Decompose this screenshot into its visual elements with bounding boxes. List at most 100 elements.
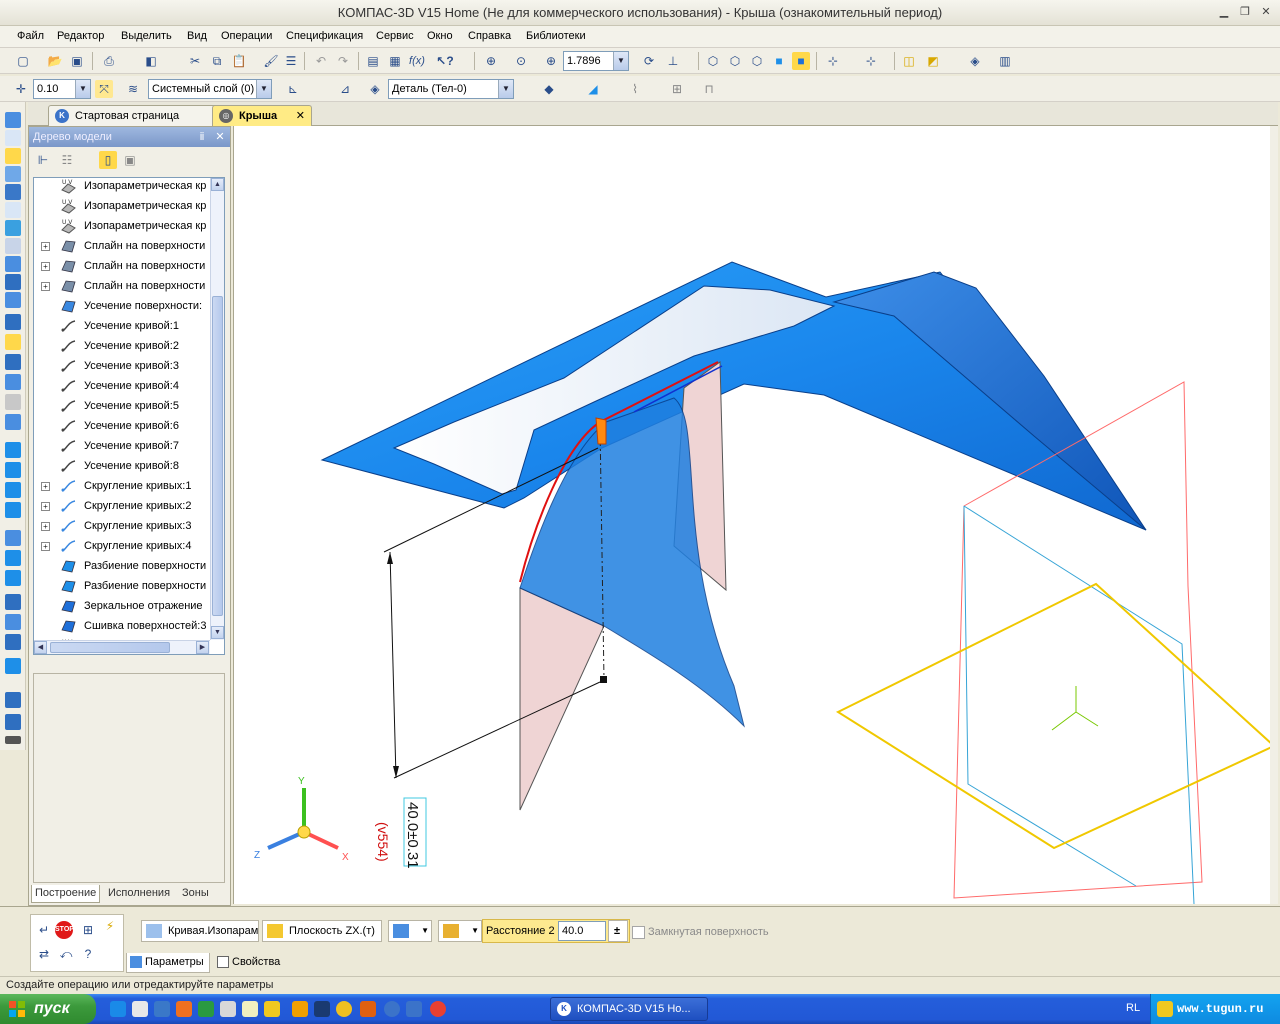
- chrome-icon[interactable]: [430, 1001, 446, 1017]
- auto-create-icon[interactable]: ⊞: [79, 921, 97, 939]
- format-brush-icon[interactable]: 🖌: [262, 52, 280, 70]
- halftone-icon[interactable]: ■: [770, 52, 788, 70]
- menu-operations[interactable]: Операции: [221, 30, 272, 42]
- scroll-down-button[interactable]: ▼: [211, 626, 224, 639]
- library-icon[interactable]: ◈: [966, 52, 984, 70]
- stop-icon[interactable]: STOP: [55, 921, 74, 939]
- rotate-icon[interactable]: ⟳: [640, 52, 658, 70]
- quicklaunch-icon-6[interactable]: [220, 1001, 236, 1017]
- new-file-icon[interactable]: ▢: [14, 52, 32, 70]
- tree-vertical-scrollbar[interactable]: ▲ ▼: [210, 178, 224, 640]
- expand-icon[interactable]: +: [41, 242, 50, 251]
- create-object-icon[interactable]: ↵: [35, 921, 53, 939]
- expand-icon[interactable]: +: [41, 282, 50, 291]
- hidden-lines-icon[interactable]: ⬡: [726, 52, 744, 70]
- kompas-viewer-icon[interactable]: [406, 1001, 422, 1017]
- array-icon[interactable]: [5, 614, 21, 630]
- distance-input[interactable]: 40.0: [558, 921, 606, 941]
- kompas-quick-icon[interactable]: [384, 1001, 400, 1017]
- menu-specification[interactable]: Спецификация: [286, 30, 363, 42]
- surfaces-active-icon[interactable]: [5, 148, 21, 164]
- menu-select[interactable]: Выделить: [121, 30, 172, 42]
- start-button[interactable]: пуск: [0, 994, 96, 1024]
- orientation-icon[interactable]: ⊥: [664, 52, 682, 70]
- menu-help[interactable]: Справка: [468, 30, 511, 42]
- tree-horizontal-scrollbar[interactable]: ◀ ▶: [34, 640, 210, 654]
- tree-item[interactable]: Разбиение поверхности: [34, 576, 210, 596]
- patch-icon[interactable]: [5, 414, 21, 430]
- undo-icon[interactable]: ↶: [312, 52, 330, 70]
- model-viewport[interactable]: 40.0±0.31 (v554) Y X Z: [233, 126, 1277, 904]
- menu-service[interactable]: Сервис: [376, 30, 414, 42]
- mirror-tool-icon[interactable]: [5, 594, 21, 610]
- tree-order-icon[interactable]: ☷: [58, 151, 76, 169]
- minimize-button[interactable]: ▁: [1216, 5, 1232, 19]
- dimension-line[interactable]: [389, 551, 397, 779]
- curve-tool-icon[interactable]: [5, 292, 21, 308]
- properties-icon[interactable]: ☰: [282, 52, 300, 70]
- scroll-up-button[interactable]: ▲: [211, 178, 224, 191]
- expand-icon[interactable]: +: [41, 522, 50, 531]
- taskbar-kompas-button[interactable]: K КОМПАС-3D V15 Но...: [550, 997, 708, 1021]
- layer-combo[interactable]: Системный слой (0) ▼: [148, 79, 272, 99]
- rotate-surface-icon[interactable]: [5, 334, 21, 350]
- open-file-icon[interactable]: 📂: [46, 52, 64, 70]
- tab-construction[interactable]: Построение: [31, 885, 101, 903]
- paste-icon[interactable]: 📋: [230, 52, 248, 70]
- tab-start-page[interactable]: K Стартовая страница: [48, 105, 218, 126]
- ruled-surface-icon[interactable]: [5, 394, 21, 410]
- tree-item[interactable]: Разбиение поверхности: [34, 556, 210, 576]
- calculator-icon[interactable]: ▦: [386, 52, 404, 70]
- zoom-window-icon[interactable]: ⊕: [482, 52, 500, 70]
- stitch-icon[interactable]: [5, 530, 21, 546]
- expand-icon[interactable]: +: [41, 502, 50, 511]
- close-tab-icon[interactable]: ✕: [296, 106, 305, 126]
- curves-icon[interactable]: [5, 130, 21, 146]
- tree-item[interactable]: + Скругление кривых:4: [34, 536, 210, 556]
- material-icon[interactable]: ◢: [584, 80, 602, 98]
- ie-icon[interactable]: [110, 1001, 126, 1017]
- tree-item[interactable]: Усечение кривой:5: [34, 396, 210, 416]
- tree-view-icon[interactable]: ▯: [99, 151, 117, 169]
- help-icon[interactable]: ?: [79, 945, 97, 963]
- tab-roof[interactable]: ◎ Крыша ✕: [212, 105, 312, 126]
- fillet-surface-icon[interactable]: [5, 658, 21, 674]
- plane-yz[interactable]: [963, 505, 1195, 904]
- thicken-icon[interactable]: [5, 634, 21, 650]
- snap-icon[interactable]: ⤧: [95, 80, 113, 98]
- part-icon[interactable]: ◈: [366, 80, 384, 98]
- tree-item[interactable]: U V Изопараметрическая кр: [34, 196, 210, 216]
- reset-icon[interactable]: ⇄: [35, 945, 53, 963]
- measure-tool-icon[interactable]: [5, 202, 21, 218]
- select-filter-icon[interactable]: ⊹: [862, 52, 880, 70]
- tree-item[interactable]: + Скругление кривых:2: [34, 496, 210, 516]
- measure-icon[interactable]: ⊞: [668, 80, 686, 98]
- lightning-icon[interactable]: ⚡: [101, 917, 119, 935]
- zoom-all-icon[interactable]: ⊙: [512, 52, 530, 70]
- tree-item[interactable]: Усечение кривой:8: [34, 456, 210, 476]
- restore-button[interactable]: ❐: [1237, 5, 1253, 19]
- menu-edit[interactable]: Редактор: [57, 30, 104, 42]
- spec-icon[interactable]: [5, 238, 21, 254]
- color-icon[interactable]: ◆: [540, 80, 558, 98]
- quicklaunch-icon-11[interactable]: [336, 1001, 352, 1017]
- tree-item[interactable]: U V Изопараметрическая кр: [34, 216, 210, 236]
- tree-item[interactable]: + Сплайн на поверхности: [34, 276, 210, 296]
- expand-icon[interactable]: +: [41, 262, 50, 271]
- back-icon[interactable]: ⤺: [57, 945, 75, 963]
- expand-icon[interactable]: +: [41, 482, 50, 491]
- part-combo[interactable]: Деталь (Тел-0) ▼: [388, 79, 514, 99]
- tree-item[interactable]: Усечение кривой:4: [34, 376, 210, 396]
- plane-select-button[interactable]: Плоскость ZX.(т): [262, 920, 382, 942]
- quicklaunch-icon-10[interactable]: [314, 1001, 330, 1017]
- dimension-icon[interactable]: ⊓: [700, 80, 718, 98]
- tree-item[interactable]: Усечение поверхности:: [34, 296, 210, 316]
- tab-zones[interactable]: Зоны: [179, 885, 212, 903]
- more-tools-icon[interactable]: [5, 736, 21, 744]
- fill-icon[interactable]: [5, 570, 21, 586]
- loft-surface-icon[interactable]: [5, 374, 21, 390]
- offset-surface-icon[interactable]: [5, 442, 21, 458]
- report-icon[interactable]: [5, 256, 21, 272]
- menu-file[interactable]: Файл: [17, 30, 44, 42]
- tab-versions[interactable]: Исполнения: [105, 885, 173, 903]
